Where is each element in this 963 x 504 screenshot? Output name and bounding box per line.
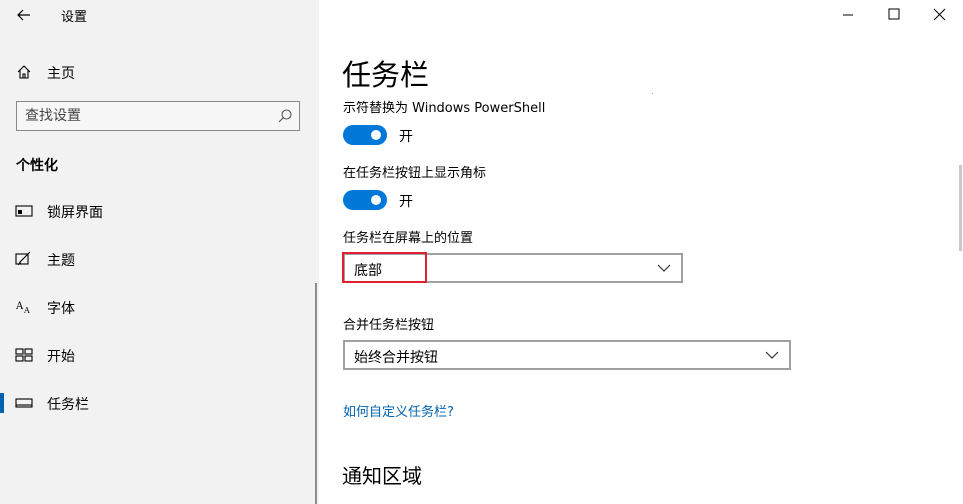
sidebar-item-theme[interactable]: 主题 <box>0 243 316 275</box>
combine-dropdown[interactable]: 始终合并按钮 <box>343 340 791 370</box>
svg-text:A: A <box>15 301 24 312</box>
powershell-toggle[interactable] <box>343 125 387 145</box>
sidebar-item-label: 任务栏 <box>47 397 89 413</box>
minimize-button[interactable] <box>825 0 871 30</box>
sidebar-item-taskbar[interactable]: 任务栏 <box>0 387 316 419</box>
customize-taskbar-link[interactable]: 如何自定义任务栏? <box>343 401 454 420</box>
sidebar-scrollbar[interactable] <box>315 283 317 504</box>
sidebar-item-lock-screen[interactable]: 锁屏界面 <box>0 195 316 227</box>
taskbar-icon <box>15 398 33 408</box>
maximize-button[interactable] <box>871 0 917 30</box>
start-icon <box>15 348 33 362</box>
search-input[interactable] <box>25 106 265 126</box>
sidebar-item-label: 主页 <box>47 66 75 82</box>
chevron-down-icon <box>765 351 779 359</box>
toggle-knob <box>371 195 381 205</box>
powershell-setting-label: 示符替换为 Windows PowerShell <box>343 101 546 116</box>
search-box[interactable] <box>16 101 300 131</box>
sidebar-item-label: 主题 <box>47 253 75 269</box>
minimize-icon <box>843 14 853 16</box>
notification-area-heading: 通知区域 <box>342 464 422 488</box>
svg-text:A: A <box>23 306 30 315</box>
section-title: 个性化 <box>16 158 58 174</box>
badges-setting-label: 在任务栏按钮上显示角标 <box>343 166 487 181</box>
stray-pixel <box>652 93 653 94</box>
lock-screen-icon <box>15 205 33 217</box>
search-icon[interactable] <box>277 108 293 124</box>
sidebar-item-home[interactable]: 主页 <box>0 58 319 86</box>
badges-toggle[interactable] <box>343 190 387 210</box>
sidebar-item-font[interactable]: A A 字体 <box>0 291 316 323</box>
sidebar-item-label: 开始 <box>47 349 75 365</box>
annotation-highlight-box <box>342 252 427 283</box>
toggle-knob <box>371 130 381 140</box>
back-arrow-icon <box>17 9 30 21</box>
combine-setting-label: 合并任务栏按钮 <box>343 318 435 333</box>
sidebar-item-label: 字体 <box>47 301 75 317</box>
app-title: 设置 <box>61 10 88 25</box>
dropdown-value: 始终合并按钮 <box>354 350 438 366</box>
page-title: 任务栏 <box>342 58 430 92</box>
sidebar-item-start[interactable]: 开始 <box>0 339 316 371</box>
badges-toggle-state: 开 <box>399 194 413 210</box>
selection-indicator <box>0 393 4 413</box>
chevron-down-icon <box>657 264 671 272</box>
sidebar: 设置 主页 个性化 锁屏界面 主题 A A 字体 <box>0 0 319 504</box>
main-scrollbar[interactable] <box>959 165 962 251</box>
home-icon <box>17 65 31 79</box>
sidebar-item-label: 锁屏界面 <box>47 205 103 221</box>
powershell-toggle-state: 开 <box>399 129 413 145</box>
maximize-icon <box>888 8 900 20</box>
close-icon <box>933 8 946 21</box>
position-setting-label: 任务栏在屏幕上的位置 <box>343 231 474 246</box>
close-button[interactable] <box>917 0 963 30</box>
font-icon: A A <box>15 301 30 315</box>
theme-icon <box>15 251 31 266</box>
back-button[interactable] <box>12 4 36 26</box>
